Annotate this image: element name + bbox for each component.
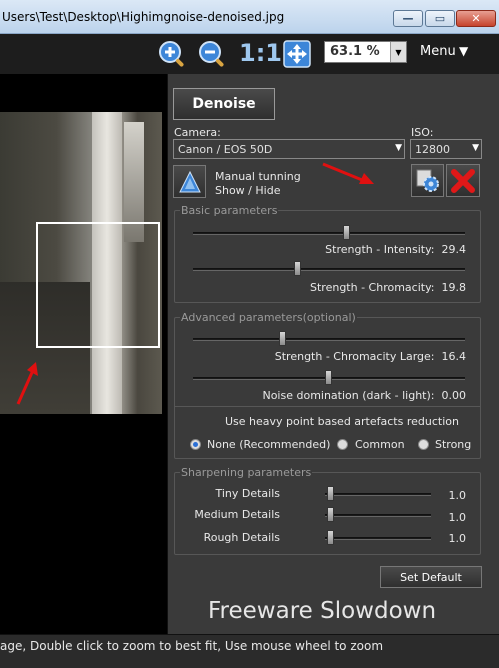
tiny-details-slider-thumb[interactable] bbox=[327, 486, 334, 501]
gear-icon bbox=[416, 169, 439, 192]
advanced-parameters-title: Advanced parameters(optional) bbox=[180, 311, 357, 324]
tiny-details-slider[interactable] bbox=[325, 493, 431, 496]
zoom-in-icon bbox=[159, 41, 184, 67]
menu-button[interactable]: Menu bbox=[420, 44, 456, 59]
image-viewport[interactable] bbox=[0, 74, 167, 634]
chroma-large-slider-thumb[interactable] bbox=[279, 331, 286, 346]
maximize-button[interactable]: ▭ bbox=[425, 10, 455, 27]
maximize-icon: ▭ bbox=[434, 12, 446, 25]
actual-size-button[interactable]: 1:1 bbox=[239, 39, 282, 67]
tiny-details-label: Tiny Details bbox=[215, 487, 280, 500]
settings-button[interactable] bbox=[411, 164, 444, 197]
manual-tuning-label[interactable]: Manual tunning bbox=[215, 170, 301, 183]
medium-details-label: Medium Details bbox=[194, 508, 280, 521]
chroma-large-value: Strength - Chromacity Large: 16.4 bbox=[274, 350, 466, 363]
rough-details-value: 1.0 bbox=[448, 532, 467, 545]
set-default-button[interactable]: Set Default bbox=[380, 566, 482, 588]
red-arrow-annotation-icon bbox=[16, 362, 38, 405]
manual-tuning-toggle[interactable]: Show / Hide bbox=[215, 184, 280, 197]
camera-value: Canon / EOS 50D bbox=[178, 143, 273, 156]
fit-to-window-icon bbox=[283, 40, 311, 68]
toolbar: 1:1 Menu ▼ bbox=[0, 34, 499, 74]
chevron-down-icon: ▼ bbox=[395, 143, 402, 153]
status-text: age, Double click to zoom to best fit, U… bbox=[0, 639, 384, 653]
zoom-level-select[interactable]: 63.1 % ▼ bbox=[324, 41, 407, 63]
chevron-down-icon: ▼ bbox=[472, 143, 479, 153]
noise-domination-value: Noise domination (dark - light): 0.00 bbox=[262, 389, 466, 402]
medium-details-slider[interactable] bbox=[325, 514, 431, 517]
manual-tuning-icon bbox=[178, 170, 201, 192]
radio-none[interactable] bbox=[190, 439, 201, 450]
minimize-button[interactable]: — bbox=[393, 10, 423, 27]
rough-details-slider-thumb[interactable] bbox=[327, 530, 334, 545]
sharpening-parameters-title: Sharpening parameters bbox=[180, 466, 313, 479]
basic-parameters-title: Basic parameters bbox=[180, 204, 279, 217]
settings-panel: Denoise Camera: ISO: Canon / EOS 50D ▼ 1… bbox=[167, 74, 499, 634]
iso-label: ISO: bbox=[411, 126, 434, 139]
zoom-level-value: 63.1 % bbox=[330, 44, 380, 59]
menu-chevron-down-icon[interactable]: ▼ bbox=[459, 44, 468, 58]
status-bar: age, Double click to zoom to best fit, U… bbox=[0, 634, 499, 668]
fit-to-window-button[interactable] bbox=[282, 39, 312, 69]
reset-button[interactable] bbox=[446, 164, 480, 197]
advanced-parameters-group: Advanced parameters(optional) Strength -… bbox=[174, 311, 481, 459]
intensity-value: Strength - Intensity: 29.4 bbox=[325, 243, 466, 256]
zoom-out-icon bbox=[199, 41, 224, 67]
tiny-details-value: 1.0 bbox=[448, 489, 467, 502]
chromacity-slider-thumb[interactable] bbox=[294, 261, 301, 276]
basic-parameters-group: Basic parameters Strength - Intensity: 2… bbox=[174, 204, 481, 303]
medium-details-slider-thumb[interactable] bbox=[327, 507, 334, 522]
chromacity-value: Strength - Chromacity: 19.8 bbox=[310, 281, 466, 294]
title-bar: Users\Test\Desktop\Highimgnoise-denoised… bbox=[0, 0, 499, 34]
rough-details-slider[interactable] bbox=[325, 537, 431, 540]
camera-select[interactable]: Canon / EOS 50D ▼ bbox=[173, 139, 405, 159]
chromacity-slider[interactable] bbox=[193, 268, 465, 271]
close-icon bbox=[451, 168, 475, 193]
minimize-icon: — bbox=[402, 12, 414, 25]
zoom-out-button[interactable] bbox=[197, 39, 227, 69]
sharpening-parameters-group: Sharpening parameters Tiny Details 1.0 M… bbox=[174, 466, 481, 555]
iso-value: 12800 bbox=[415, 143, 450, 156]
denoise-button[interactable]: Denoise bbox=[173, 88, 275, 120]
radio-strong-label[interactable]: Strong bbox=[435, 438, 471, 451]
zoom-in-button[interactable] bbox=[157, 39, 187, 69]
camera-label: Camera: bbox=[174, 126, 221, 139]
close-button[interactable]: ✕ bbox=[456, 10, 496, 27]
window-title: Users\Test\Desktop\Highimgnoise-denoised… bbox=[2, 10, 285, 24]
noise-domination-slider-thumb[interactable] bbox=[325, 370, 332, 385]
radio-strong[interactable] bbox=[418, 439, 429, 450]
intensity-slider[interactable] bbox=[193, 232, 465, 235]
chroma-large-slider[interactable] bbox=[193, 338, 465, 341]
radio-common[interactable] bbox=[337, 439, 348, 450]
freeware-slowdown-text: Freeware Slowdown bbox=[208, 598, 437, 624]
preview-selection-rectangle[interactable] bbox=[36, 222, 160, 348]
radio-common-label[interactable]: Common bbox=[355, 438, 405, 451]
manual-tuning-button[interactable] bbox=[173, 165, 206, 198]
iso-select[interactable]: 12800 ▼ bbox=[410, 139, 482, 159]
artefacts-reduction-label: Use heavy point based artefacts reductio… bbox=[225, 415, 459, 428]
radio-none-label[interactable]: None (Recommended) bbox=[207, 438, 330, 451]
chevron-down-icon[interactable]: ▼ bbox=[390, 42, 406, 62]
close-icon: ✕ bbox=[471, 12, 481, 25]
rough-details-label: Rough Details bbox=[203, 531, 280, 544]
red-arrow-annotation-icon bbox=[322, 162, 374, 184]
intensity-slider-thumb[interactable] bbox=[343, 225, 350, 240]
medium-details-value: 1.0 bbox=[448, 511, 467, 524]
